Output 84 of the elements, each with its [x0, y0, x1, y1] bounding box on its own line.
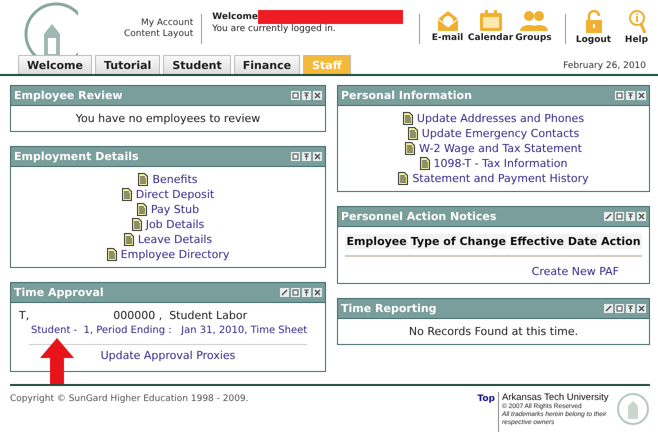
panel-title: Time Approval	[14, 286, 104, 299]
copyright-text: Copyright © SunGard Higher Education 1998 - 2009.	[10, 394, 249, 406]
panel-link[interactable]: Job Details	[146, 218, 204, 231]
university-name: Arkansas Tech University	[502, 392, 610, 403]
panel-title: Personnel Action Notices	[341, 210, 496, 223]
maximize-icon[interactable]	[626, 212, 635, 221]
login-status: You are currently logged in.	[212, 24, 337, 34]
column-header: Effective Date	[508, 234, 598, 249]
welcome-label: Welcome	[212, 12, 258, 22]
current-date: February 26, 2010	[563, 61, 646, 73]
panel-link[interactable]: Employee Directory	[120, 248, 230, 261]
panel-link[interactable]: Direct Deposit	[136, 188, 214, 201]
panel-link[interactable]: Benefits	[152, 173, 198, 186]
close-icon[interactable]	[313, 152, 322, 161]
panel-link[interactable]: Leave Details	[138, 233, 212, 246]
document-icon	[136, 203, 147, 216]
panel-link[interactable]: Update Addresses and Phones	[416, 112, 584, 125]
create-paf-link[interactable]: Create New PAF	[532, 265, 619, 278]
panel-link[interactable]: Update Emergency Contacts	[422, 127, 580, 140]
nav-tab[interactable]: Tutorial	[94, 55, 160, 74]
column-header: Type of Change	[410, 234, 507, 249]
maximize-icon[interactable]	[302, 91, 311, 100]
panel-title: Employment Details	[14, 150, 139, 163]
column-header: Employee	[345, 234, 408, 249]
toolbar-link[interactable]: Groups	[512, 10, 556, 43]
edit-icon[interactable]	[280, 288, 289, 297]
document-icon	[122, 188, 132, 201]
document-icon	[408, 127, 418, 140]
maximize-icon[interactable]	[626, 91, 635, 100]
nav-tab[interactable]: Welcome	[18, 55, 92, 74]
minimize-icon[interactable]	[615, 304, 624, 313]
minimize-icon[interactable]	[291, 152, 300, 161]
calendar-icon	[478, 10, 503, 32]
panel-link[interactable]: W-2 Wage and Tax Statement	[419, 142, 582, 155]
panel-title: Employee Review	[14, 89, 123, 102]
panel-message: You have no employees to review	[76, 111, 260, 126]
minimize-icon[interactable]	[291, 288, 300, 297]
document-icon	[398, 172, 408, 185]
maximize-icon[interactable]	[302, 288, 311, 297]
document-icon	[132, 218, 142, 231]
document-icon	[405, 142, 416, 155]
time-sheet-link[interactable]: Student - 1, Period Ending : Jan 31, 2010, Time Sheet	[31, 325, 308, 336]
close-icon[interactable]	[637, 212, 646, 221]
close-icon[interactable]	[637, 91, 646, 100]
top-link[interactable]: Top	[477, 394, 495, 404]
document-icon	[138, 173, 148, 186]
toolbar-link[interactable]: Calendar	[469, 10, 512, 43]
column-header: Action	[600, 234, 642, 249]
people-icon	[518, 10, 549, 32]
nav-tab[interactable]: Student	[163, 55, 231, 74]
panel-link[interactable]: Statement and Payment History	[412, 172, 589, 185]
close-icon[interactable]	[637, 304, 646, 313]
panel-message: No Records Found at this time.	[408, 324, 578, 339]
padlock-icon	[584, 10, 602, 34]
annotation-arrow	[40, 338, 74, 384]
edit-icon[interactable]	[604, 304, 613, 313]
document-icon	[402, 112, 413, 125]
nav-tab[interactable]: Finance	[234, 55, 300, 74]
toolbar-link[interactable]: Help	[615, 10, 658, 45]
toolbar-link[interactable]: E-mail	[426, 10, 470, 43]
employee-id-line: 000000 , Student Labor	[113, 308, 248, 323]
university-seal-icon	[616, 392, 650, 426]
minimize-icon[interactable]	[615, 91, 624, 100]
employee-name: T,	[19, 308, 30, 323]
minimize-icon[interactable]	[615, 212, 624, 221]
maximize-icon[interactable]	[302, 152, 311, 161]
panel-title: Time Reporting	[341, 302, 437, 315]
panel-link[interactable]: Pay Stub	[150, 203, 200, 216]
document-icon	[106, 248, 117, 261]
approval-proxies-link[interactable]: Update Approval Proxies	[100, 349, 236, 362]
panel-link[interactable]: 1098-T - Tax Information	[434, 157, 568, 170]
edit-icon[interactable]	[604, 212, 613, 221]
document-icon	[420, 157, 430, 170]
close-icon[interactable]	[313, 91, 322, 100]
document-icon	[124, 233, 134, 246]
envelope-icon	[436, 10, 460, 32]
panel-title: Personal Information	[341, 89, 472, 102]
account-link[interactable]: My Account	[140, 18, 194, 29]
toolbar-link[interactable]: Logout	[572, 10, 615, 45]
minimize-icon[interactable]	[291, 91, 300, 100]
close-icon[interactable]	[313, 288, 322, 297]
account-link[interactable]: Content Layout	[124, 29, 194, 40]
magnifier-icon	[628, 10, 646, 34]
maximize-icon[interactable]	[626, 304, 635, 313]
